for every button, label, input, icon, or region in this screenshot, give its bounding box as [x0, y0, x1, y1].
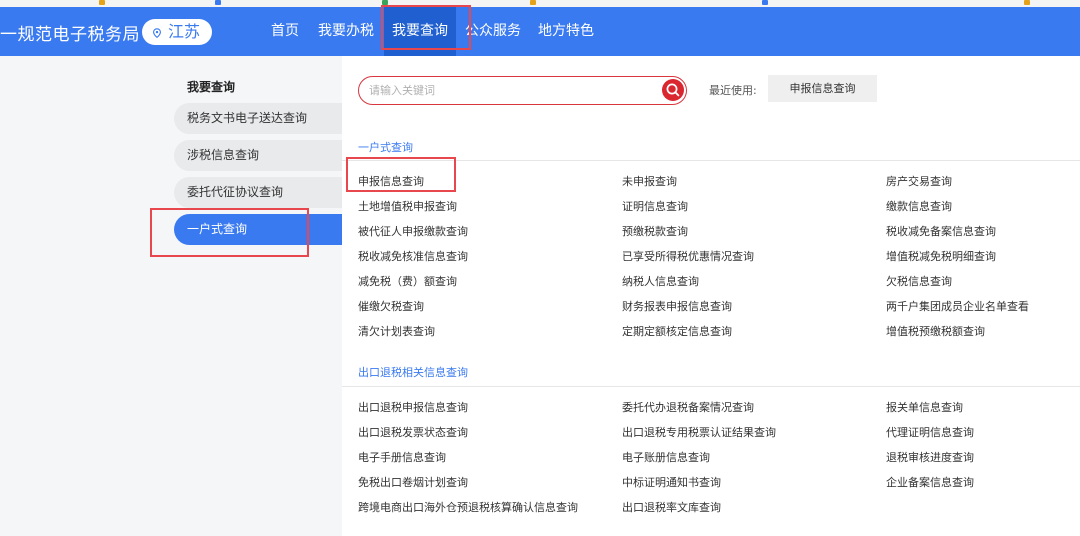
nav-public-service[interactable]: 公众服务 [463, 7, 523, 56]
nav-tax-handling[interactable]: 我要办税 [316, 7, 376, 56]
query-link[interactable]: 电子账册信息查询 [622, 449, 710, 465]
highlight-box [150, 208, 309, 257]
section-title-one-stop: 一户式查询 [358, 141, 413, 154]
query-link[interactable]: 缴款信息查询 [886, 198, 952, 214]
recent-label: 最近使用: [709, 84, 757, 97]
sidebar-title: 我要查询 [187, 80, 236, 94]
query-link[interactable]: 增值税减免税明细查询 [886, 248, 996, 264]
tab-favicon [762, 0, 768, 5]
region-label: 江苏 [168, 22, 201, 41]
query-link[interactable]: 预缴税款查询 [622, 223, 688, 239]
tab-favicon [215, 0, 221, 5]
query-link[interactable]: 土地增值税申报查询 [358, 198, 457, 214]
header-bar: 一规范电子税务局 江苏 首页 我要办税 我要查询 公众服务 地方特色 [0, 7, 1080, 56]
query-link[interactable]: 出口退税专用税票认证结果查询 [622, 424, 776, 440]
query-link[interactable]: 定期定额核定信息查询 [622, 323, 732, 339]
tab-favicon [99, 0, 105, 5]
query-link[interactable]: 欠税信息查询 [886, 273, 952, 289]
query-link[interactable]: 纳税人信息查询 [622, 273, 699, 289]
nav-local-features[interactable]: 地方特色 [535, 7, 597, 56]
query-link[interactable]: 被代征人申报缴款查询 [358, 223, 468, 239]
tab-favicon [1024, 0, 1030, 5]
query-link[interactable]: 证明信息查询 [622, 198, 688, 214]
query-link[interactable]: 出口退税发票状态查询 [358, 424, 468, 440]
sidebar-item-tax-info[interactable]: 涉税信息查询 [174, 140, 342, 171]
highlight-box [381, 5, 471, 50]
query-link[interactable]: 报关单信息查询 [886, 399, 963, 415]
query-link[interactable]: 两千户集团成员企业名单查看 [886, 298, 1029, 314]
query-link[interactable]: 税收减免核准信息查询 [358, 248, 468, 264]
region-selector[interactable]: 江苏 [142, 19, 212, 45]
sidebar-item-document-delivery[interactable]: 税务文书电子送达查询 [174, 103, 342, 134]
query-link[interactable]: 跨境电商出口海外仓预退税核算确认信息查询 [358, 499, 578, 515]
search-icon [666, 83, 680, 97]
query-link[interactable]: 增值税预缴税额查询 [886, 323, 985, 339]
query-link[interactable]: 房产交易查询 [886, 173, 952, 189]
search-box [358, 76, 687, 105]
nav-home[interactable]: 首页 [265, 7, 305, 56]
query-link[interactable]: 清欠计划表查询 [358, 323, 435, 339]
query-link[interactable]: 中标证明通知书查询 [622, 474, 721, 490]
query-link[interactable]: 电子手册信息查询 [358, 449, 446, 465]
tab-favicon [530, 0, 536, 5]
query-link[interactable]: 代理证明信息查询 [886, 424, 974, 440]
recent-tag[interactable]: 申报信息查询 [768, 75, 877, 102]
section-title-export-refund: 出口退税相关信息查询 [358, 366, 468, 379]
site-title: 一规范电子税务局 [0, 25, 140, 45]
top-strip [0, 0, 1080, 7]
location-pin-icon [153, 28, 161, 38]
query-link[interactable]: 已享受所得税优惠情况查询 [622, 248, 754, 264]
query-link[interactable]: 免税出口卷烟计划查询 [358, 474, 468, 490]
query-link[interactable]: 委托代办退税备案情况查询 [622, 399, 754, 415]
query-link[interactable]: 未申报查询 [622, 173, 677, 189]
query-link[interactable]: 出口退税申报信息查询 [358, 399, 468, 415]
highlight-box [346, 157, 456, 192]
query-link[interactable]: 退税审核进度查询 [886, 449, 974, 465]
sidebar-item-entrusted-agreement[interactable]: 委托代征协议查询 [174, 177, 342, 208]
query-link[interactable]: 企业备案信息查询 [886, 474, 974, 490]
section-divider [342, 386, 1080, 387]
query-link[interactable]: 财务报表申报信息查询 [622, 298, 732, 314]
query-link[interactable]: 催缴欠税查询 [358, 298, 424, 314]
query-link[interactable]: 出口退税率文库查询 [622, 499, 721, 515]
search-input[interactable] [369, 82, 649, 99]
query-link[interactable]: 减免税（费）额查询 [358, 273, 457, 289]
query-link[interactable]: 税收减免备案信息查询 [886, 223, 996, 239]
search-button[interactable] [662, 79, 684, 101]
